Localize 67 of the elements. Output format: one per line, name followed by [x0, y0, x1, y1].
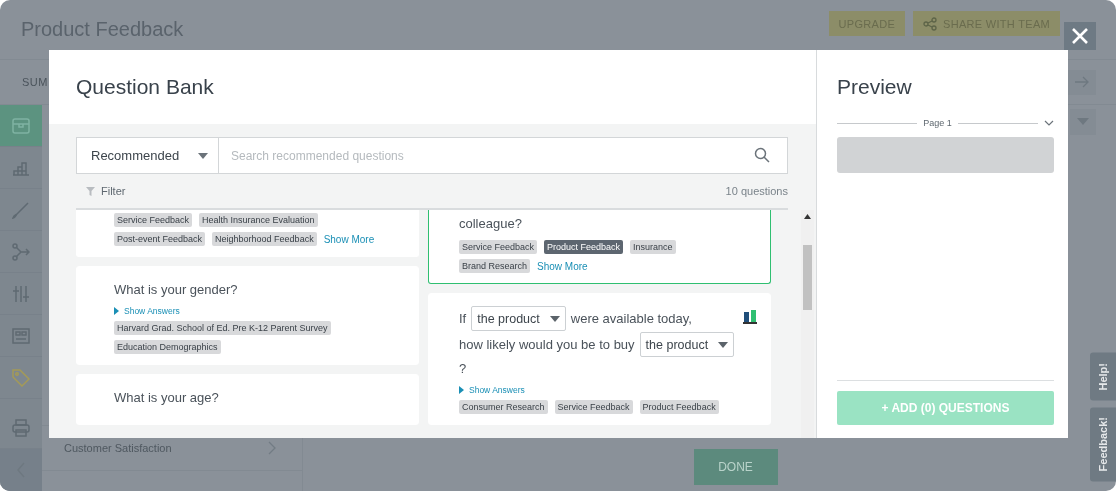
sidebar-item[interactable] [0, 449, 42, 491]
category-tag[interactable]: Service Feedback [459, 240, 538, 254]
scroll-up-icon [804, 214, 811, 219]
question-text: colleague? [459, 215, 522, 233]
category-tag[interactable]: Service Feedback [554, 400, 633, 414]
question-text: ? [459, 360, 467, 378]
question-card[interactable]: If the product were available today, how likely would you be to buy the product ? Show Answers Consumer Research Service Feedback Product Feedback [428, 293, 771, 425]
bar-chart-icon [12, 159, 30, 176]
dropdown-button[interactable] [1070, 109, 1096, 135]
category-tag[interactable]: Harvard Grad. School of Ed. Pre K-12 Parent Survey [114, 321, 331, 335]
side-tab[interactable]: Feedback! [1090, 406, 1116, 481]
category-tag[interactable]: Post-event Feedback [114, 232, 206, 246]
question-text: were available today, [570, 309, 692, 328]
next-button[interactable] [1068, 69, 1096, 95]
chevron-down-icon [1044, 120, 1054, 126]
category-tag[interactable]: Product Feedback [639, 400, 719, 414]
row-label: Customer Satisfaction [64, 442, 172, 454]
question-card[interactable]: What is your gender? Show Answers Harvard Grad. School of Ed. Pre K-12 Parent Survey Education Demographics [76, 266, 419, 365]
search-icon [754, 147, 770, 163]
dialog-title: Question Bank [76, 75, 214, 99]
question-card[interactable]: What is your age? [76, 374, 419, 425]
caret-icon [198, 152, 208, 159]
tag-icon [12, 368, 30, 387]
show-more-link[interactable]: Show More [537, 260, 588, 272]
printer-icon [12, 418, 30, 437]
question-text: What is your age? [114, 389, 219, 407]
category-tag[interactable]: Product Feedback [544, 240, 624, 254]
question-text: What is your gender? [114, 281, 238, 299]
triangle-right-icon [114, 307, 119, 315]
category-tag[interactable]: Education Demographics [114, 340, 221, 354]
question-count: 10 questions [725, 185, 788, 197]
question-card[interactable]: colleague? Service Feedback Product Feedback Insurance Brand Research Show More [428, 210, 771, 284]
inline-dropdown[interactable]: the product [471, 306, 566, 331]
category-tag[interactable]: Health Insurance Evaluation [199, 213, 318, 227]
share-icon [923, 16, 937, 31]
sidebar-item[interactable] [0, 105, 42, 147]
preview-title: Preview [837, 75, 912, 99]
category-tag[interactable]: Service Feedback [114, 213, 193, 227]
tray-icon [12, 117, 30, 134]
caret-icon [549, 315, 560, 322]
show-answers-link[interactable]: Show Answers [114, 306, 394, 316]
page-label: Page 1 [923, 118, 952, 128]
show-answers-link[interactable]: Show Answers [459, 385, 752, 395]
question-text: how likely would you be to buy [459, 335, 635, 354]
scroll-thumb[interactable] [803, 245, 812, 310]
question-card[interactable]: Service Feedback Health Insurance Evaluation Post-event Feedback Neighborhood Feedback Show More [76, 210, 419, 257]
branch-icon [12, 242, 30, 261]
close-icon [1071, 27, 1089, 45]
category-tag[interactable]: Insurance [630, 240, 676, 254]
show-more-link[interactable]: Show More [323, 233, 375, 245]
sliders-icon [12, 284, 30, 303]
caret-icon [718, 341, 729, 348]
close-button[interactable] [1064, 22, 1096, 50]
question-text: If [459, 309, 467, 328]
search-field[interactable]: Search recommended questions [219, 137, 788, 174]
source-dropdown[interactable]: Recommended [76, 137, 219, 174]
layout-icon [12, 327, 30, 344]
category-tag[interactable]: Brand Research [459, 259, 531, 273]
filter-button[interactable]: Filter [76, 185, 126, 197]
chevron-right-icon [268, 441, 276, 455]
category-tag[interactable]: Consumer Research [459, 400, 548, 414]
inline-dropdown[interactable]: the product [639, 332, 735, 357]
triangle-right-icon [459, 386, 464, 394]
funnel-icon [86, 186, 95, 196]
side-tab[interactable]: Help! [1090, 353, 1116, 401]
category-tag[interactable]: Neighborhood Feedback [212, 232, 317, 246]
scrollbar[interactable] [801, 210, 814, 438]
